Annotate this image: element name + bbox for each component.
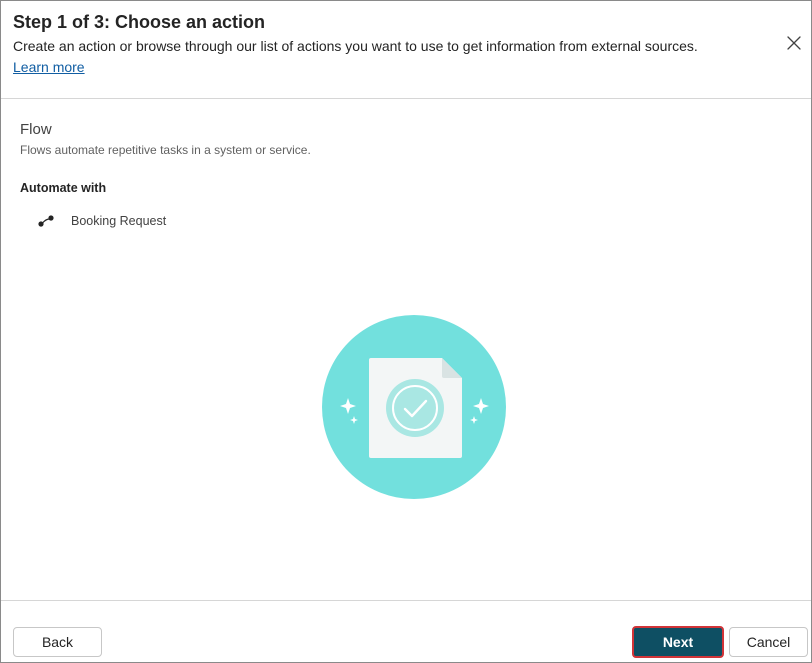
flow-item-booking-request[interactable]: Booking Request xyxy=(37,212,166,230)
close-icon[interactable] xyxy=(785,34,803,52)
dialog-subtitle: Create an action or browse through our l… xyxy=(13,38,698,54)
section-description: Flows automate repetitive tasks in a sys… xyxy=(20,143,311,157)
learn-more-link[interactable]: Learn more xyxy=(13,59,85,75)
flow-item-label: Booking Request xyxy=(71,214,167,228)
dialog-footer: Back Next Cancel xyxy=(1,600,811,663)
flow-icon xyxy=(37,214,55,228)
choose-action-dialog: Step 1 of 3: Choose an action Create an … xyxy=(0,0,812,663)
dialog-title: Step 1 of 3: Choose an action xyxy=(13,12,266,32)
back-button[interactable]: Back xyxy=(13,627,102,657)
section-title: Flow xyxy=(20,121,52,138)
dialog-header: Step 1 of 3: Choose an action Create an … xyxy=(1,1,811,99)
dialog-content: Flow Flows automate repetitive tasks in … xyxy=(1,99,811,599)
next-button[interactable]: Next xyxy=(632,626,724,658)
automate-with-label: Automate with xyxy=(20,181,107,195)
document-check-icon xyxy=(321,314,507,500)
cancel-button[interactable]: Cancel xyxy=(729,627,808,657)
